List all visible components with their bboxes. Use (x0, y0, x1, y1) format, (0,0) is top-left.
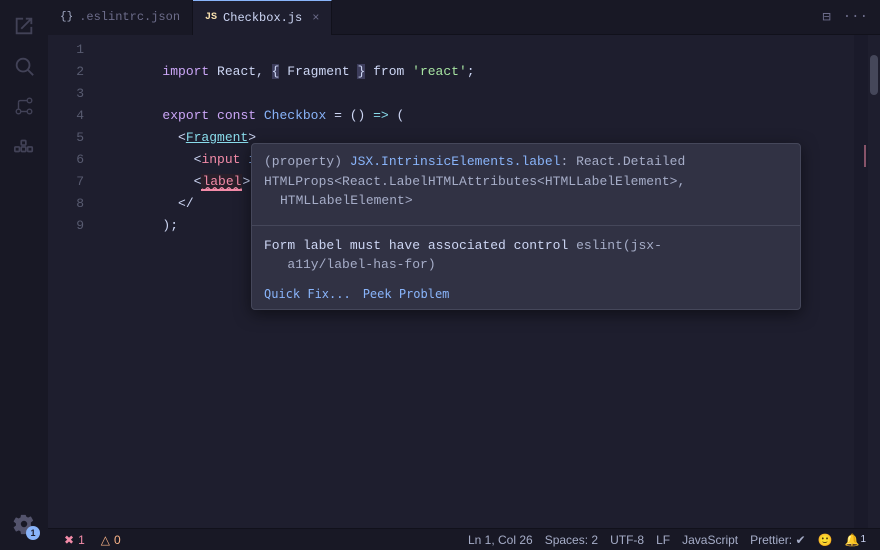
tab-bar-actions: ⊟ ··· (818, 7, 880, 28)
tab-label-checkbox: Checkbox.js (223, 11, 302, 25)
tab-icon-eslintrc: {} (60, 11, 73, 23)
tooltip-body: (property) JSX.IntrinsicElements.label: … (252, 144, 800, 219)
warning-count: 0 (114, 533, 121, 547)
activity-bar-explorer[interactable] (6, 8, 42, 44)
status-spaces[interactable]: Spaces: 2 (539, 529, 604, 550)
tab-close-checkbox[interactable]: × (312, 11, 319, 25)
line-numbers: 1 2 3 4 5 6 7 8 9 (48, 35, 96, 528)
activity-bar-source-control[interactable] (6, 88, 42, 124)
status-encoding[interactable]: UTF-8 (604, 529, 650, 550)
code-content[interactable]: import React, { Fragment } from 'react';… (96, 35, 854, 528)
status-language[interactable]: JavaScript (676, 529, 744, 550)
notif-count: 1 (860, 534, 866, 545)
code-editor[interactable]: 1 2 3 4 5 6 7 8 9 import React, { Fragme… (48, 35, 880, 528)
tab-label-eslintrc: .eslintrc.json (79, 10, 180, 24)
status-position[interactable]: Ln 1, Col 26 (462, 529, 539, 550)
tooltip-popup: (property) JSX.IntrinsicElements.label: … (251, 143, 801, 310)
tab-icon-checkbox: JS (205, 12, 217, 23)
tooltip-html-label: HTMLLabelElement> (264, 193, 413, 208)
status-line-ending[interactable]: LF (650, 529, 676, 550)
tab-bar: {} .eslintrc.json JS Checkbox.js × ⊟ ··· (48, 0, 880, 35)
code-line-3: export const Checkbox = () => ( (96, 83, 854, 105)
tooltip-error: Form label must have associated control … (252, 232, 800, 283)
peek-problem-button[interactable]: Peek Problem (363, 287, 450, 301)
tooltip-html-props: HTMLProps<React.LabelHTMLAttributes<HTML… (264, 174, 685, 189)
tooltip-property-prefix: (property) (264, 154, 350, 169)
scrollbar-thumb[interactable] (870, 55, 878, 95)
error-icon: ✖ (64, 533, 74, 547)
tooltip-actions: Quick Fix... Peek Problem (252, 283, 800, 309)
split-editor-button[interactable]: ⊟ (818, 7, 834, 28)
status-formatter[interactable]: Prettier: ✔ (744, 529, 811, 550)
quick-fix-button[interactable]: Quick Fix... (264, 287, 351, 301)
status-emoji[interactable]: 🙂 (812, 529, 839, 550)
scrollbar-track[interactable] (868, 35, 880, 528)
tooltip-error-text: Form label must have associated control (264, 238, 576, 253)
error-count: 1 (78, 533, 85, 547)
main-editor-area: {} .eslintrc.json JS Checkbox.js × ⊟ ···… (48, 0, 880, 550)
tooltip-property-colon: : React.Detailed (560, 154, 685, 169)
minimap (854, 35, 868, 528)
activity-bar-extensions[interactable] (6, 128, 42, 164)
activity-bar: 1 (0, 0, 48, 550)
status-warnings[interactable]: △ 0 (93, 529, 129, 550)
settings-badge: 1 (26, 526, 40, 540)
activity-bar-bottom: 1 (6, 506, 42, 542)
status-errors[interactable]: ✖ 1 (56, 529, 93, 550)
status-bar: ✖ 1 △ 0 Ln 1, Col 26 Spaces: 2 UTF-8 LF … (48, 528, 880, 550)
status-bell[interactable]: 🔔1 (838, 529, 872, 550)
activity-bar-settings[interactable]: 1 (6, 506, 42, 542)
tooltip-divider (252, 225, 800, 226)
more-actions-button[interactable]: ··· (839, 7, 872, 27)
activity-bar-search[interactable] (6, 48, 42, 84)
tab-checkbox[interactable]: JS Checkbox.js × (193, 0, 332, 35)
tooltip-property-name: JSX.IntrinsicElements.label (350, 154, 561, 169)
warning-icon: △ (101, 533, 110, 547)
code-line-1: import React, { Fragment } from 'react'; (96, 39, 854, 61)
tab-eslintrc[interactable]: {} .eslintrc.json (48, 0, 193, 35)
